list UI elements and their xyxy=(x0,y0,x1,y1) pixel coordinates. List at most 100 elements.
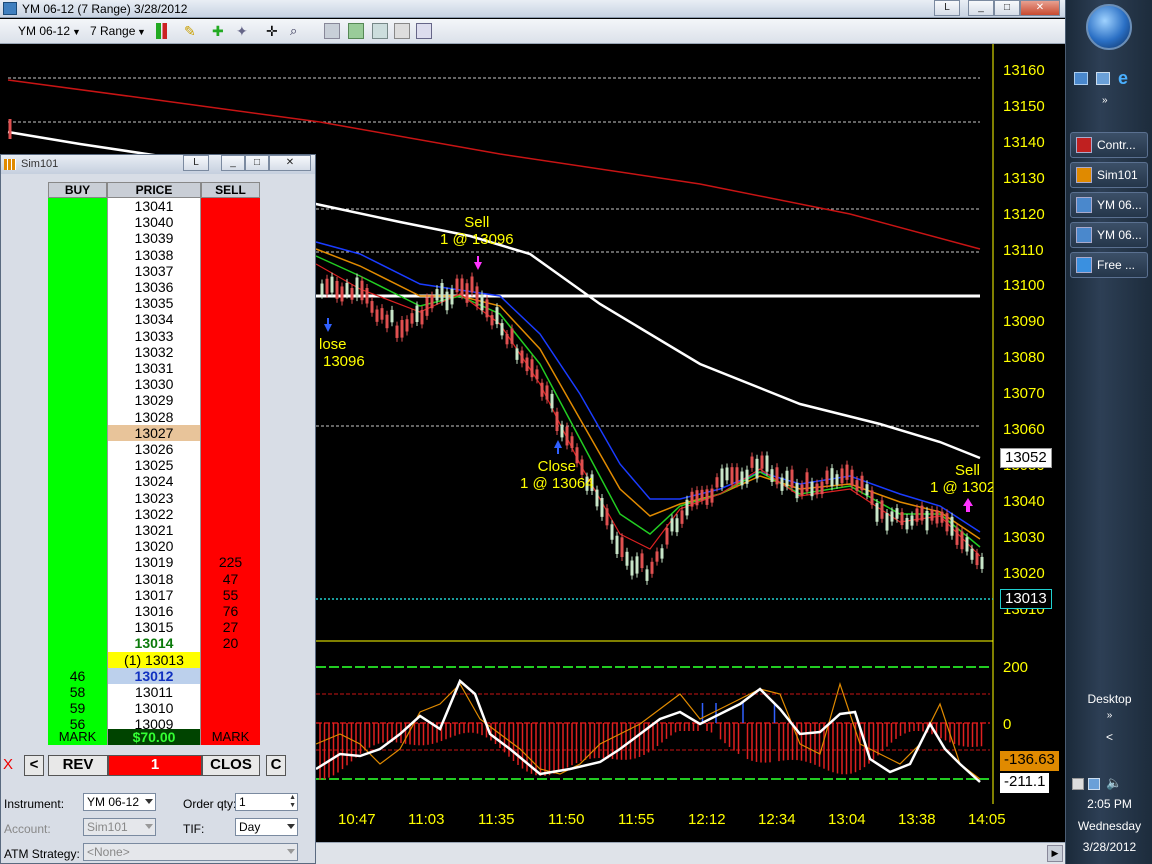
price-cell[interactable]: 13012 xyxy=(107,667,201,684)
sell-cell[interactable] xyxy=(201,424,260,441)
sell-cell[interactable] xyxy=(201,311,260,328)
buy-cell[interactable] xyxy=(48,635,107,652)
buy-cell[interactable] xyxy=(48,343,107,360)
buy-cell[interactable]: 58 xyxy=(48,684,107,701)
sell-cell[interactable] xyxy=(201,441,260,458)
price-cell[interactable]: 13010 xyxy=(107,700,201,717)
reverse-button[interactable]: REV xyxy=(48,755,108,776)
price-cell[interactable]: 13017 xyxy=(107,586,201,603)
price-cell[interactable]: 13036 xyxy=(107,279,201,296)
buy-cell[interactable] xyxy=(48,311,107,328)
minimize-button[interactable]: _ xyxy=(968,0,994,16)
zoom-icon[interactable]: ⌕ xyxy=(290,23,306,39)
buy-cell[interactable] xyxy=(48,651,107,668)
taskbar-item[interactable]: Free ... xyxy=(1070,252,1148,278)
buy-cell[interactable] xyxy=(48,505,107,522)
sell-cell[interactable] xyxy=(201,538,260,555)
buy-cell[interactable] xyxy=(48,619,107,636)
sell-cell[interactable] xyxy=(201,684,260,701)
strategy-icon[interactable]: ✦ xyxy=(236,23,252,39)
crosshair-icon[interactable]: ✛ xyxy=(266,23,282,39)
price-cell[interactable]: 13022 xyxy=(107,505,201,522)
notification-icon[interactable] xyxy=(1072,778,1084,790)
buy-cell[interactable] xyxy=(48,586,107,603)
price-cell[interactable]: 13014 xyxy=(107,635,201,652)
sell-cell[interactable]: 225 xyxy=(201,554,260,571)
close-button[interactable]: ✕ xyxy=(1020,0,1060,16)
sell-cell[interactable] xyxy=(201,279,260,296)
properties-icon[interactable] xyxy=(324,23,340,39)
maximize-button[interactable]: □ xyxy=(994,0,1020,16)
desktop-toolbar-label[interactable]: Desktop xyxy=(1066,692,1152,706)
clock-time[interactable]: 2:05 PM xyxy=(1066,797,1152,811)
bar-type-icon[interactable] xyxy=(156,23,172,39)
price-cell[interactable]: 13027 xyxy=(107,424,201,441)
sell-cell[interactable] xyxy=(201,360,260,377)
buy-cell[interactable] xyxy=(48,262,107,279)
snapshot-icon[interactable] xyxy=(394,23,410,39)
taskbar-item[interactable]: YM 06... xyxy=(1070,192,1148,218)
buy-cell[interactable] xyxy=(48,279,107,296)
dom-pin-button[interactable]: L xyxy=(183,155,209,171)
price-cell[interactable]: 13015 xyxy=(107,619,201,636)
buy-cell[interactable] xyxy=(48,230,107,247)
buy-cell[interactable] xyxy=(48,554,107,571)
price-cell[interactable]: 13034 xyxy=(107,311,201,328)
price-cell[interactable]: 13040 xyxy=(107,214,201,231)
buy-cell[interactable] xyxy=(48,246,107,263)
quicklaunch-expand-icon[interactable]: » xyxy=(1102,95,1108,106)
price-cell[interactable]: 13025 xyxy=(107,457,201,474)
price-cell[interactable]: 13037 xyxy=(107,262,201,279)
sell-cell[interactable]: 47 xyxy=(201,570,260,587)
sell-cell[interactable]: 27 xyxy=(201,619,260,636)
sell-cell[interactable]: 20 xyxy=(201,635,260,652)
period-selector[interactable]: 7 Range xyxy=(90,24,135,38)
sell-cell[interactable] xyxy=(201,262,260,279)
buy-cell[interactable] xyxy=(48,392,107,409)
buy-cell[interactable] xyxy=(48,408,107,425)
pencil-icon[interactable]: ✎ xyxy=(184,23,200,39)
buy-cell[interactable] xyxy=(48,295,107,312)
show-desktop-icon[interactable] xyxy=(1074,72,1088,85)
sell-cell[interactable] xyxy=(201,522,260,539)
price-cell[interactable]: 13024 xyxy=(107,473,201,490)
buy-cell[interactable] xyxy=(48,424,107,441)
instrument-selector[interactable]: YM 06-12 xyxy=(18,24,70,38)
price-cell[interactable]: 13029 xyxy=(107,392,201,409)
dom-minimize-button[interactable]: _ xyxy=(221,155,245,171)
sell-cell[interactable] xyxy=(201,343,260,360)
pin-button[interactable]: L xyxy=(934,0,960,16)
sell-cell[interactable] xyxy=(201,246,260,263)
network-icon[interactable] xyxy=(1088,778,1100,790)
window-list-icon[interactable] xyxy=(416,23,432,39)
volume-icon[interactable]: 🔈 xyxy=(1106,775,1122,791)
chart-trader-icon[interactable] xyxy=(372,23,388,39)
sell-cell[interactable] xyxy=(201,327,260,344)
buy-cell[interactable] xyxy=(48,376,107,393)
data-box-icon[interactable] xyxy=(348,23,364,39)
taskbar-item[interactable]: YM 06... xyxy=(1070,222,1148,248)
period-dropdown-icon[interactable]: ▼ xyxy=(137,27,146,37)
tray-collapse-icon[interactable]: < xyxy=(1066,730,1152,744)
price-cell[interactable]: 13032 xyxy=(107,343,201,360)
sell-cell[interactable] xyxy=(201,230,260,247)
sell-cell[interactable] xyxy=(201,408,260,425)
sell-cell[interactable] xyxy=(201,473,260,490)
sell-mark[interactable]: MARK xyxy=(201,729,260,746)
instrument-field[interactable]: YM 06-12 xyxy=(83,793,156,811)
add-indicator-icon[interactable]: ✚ xyxy=(212,23,228,39)
buy-cell[interactable] xyxy=(48,360,107,377)
price-cell[interactable]: 13016 xyxy=(107,603,201,620)
buy-cell[interactable] xyxy=(48,457,107,474)
sell-cell[interactable] xyxy=(201,376,260,393)
buy-cell[interactable] xyxy=(48,214,107,231)
price-cell[interactable]: 13028 xyxy=(107,408,201,425)
sell-cell[interactable] xyxy=(201,392,260,409)
start-button[interactable] xyxy=(1086,4,1132,50)
chart-scrollbar[interactable]: ▶ xyxy=(316,842,1065,864)
price-cell[interactable]: 13041 xyxy=(107,198,201,215)
desktop-expand-icon[interactable]: » xyxy=(1066,710,1152,721)
price-cell[interactable]: 13018 xyxy=(107,570,201,587)
switch-windows-icon[interactable] xyxy=(1096,72,1110,85)
atm-dropdown-icon[interactable] xyxy=(287,849,295,854)
